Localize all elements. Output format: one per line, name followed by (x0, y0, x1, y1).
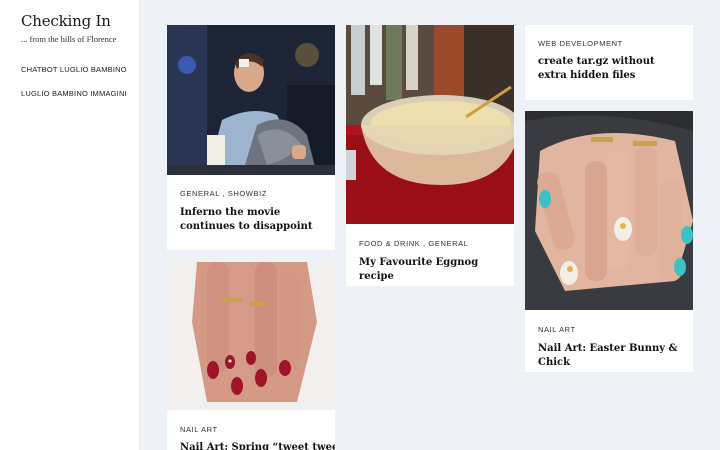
post-title[interactable]: My Favourite Eggnog recipe (359, 256, 504, 284)
red-nails-photo (167, 262, 335, 410)
post-title[interactable]: Inferno the movie continues to disappoin… (180, 206, 325, 234)
post-thumbnail[interactable] (167, 262, 335, 410)
post-card-eggnog[interactable]: FOOD & DRINK , GENERAL My Favourite Eggn… (346, 25, 514, 286)
post-categories[interactable]: NAIL ART (538, 325, 576, 334)
post-card-tar-gz[interactable]: WEB DEVELOPMENT create tar.gz without ex… (525, 25, 693, 100)
post-categories[interactable]: NAIL ART (180, 425, 218, 434)
post-categories[interactable]: WEB DEVELOPMENT (538, 39, 623, 48)
man-in-blanket-photo (167, 25, 335, 175)
sidebar: Checking In ... from the hills of Floren… (0, 0, 140, 450)
post-title[interactable]: Nail Art: Easter Bunny & Chick (538, 342, 683, 370)
site-title[interactable]: Checking In (21, 12, 111, 30)
post-title[interactable]: create tar.gz without extra hidden files (538, 55, 683, 83)
post-card-nail-art-easter[interactable]: NAIL ART Nail Art: Easter Bunny & Chick (525, 111, 693, 372)
post-card-inferno[interactable]: GENERAL , SHOWBIZ Inferno the movie cont… (167, 25, 335, 250)
eggnog-bowl-photo (346, 25, 514, 224)
post-categories[interactable]: GENERAL , SHOWBIZ (180, 189, 267, 198)
post-title[interactable]: Nail Art: Spring “tweet tweet” (180, 441, 335, 450)
easter-nails-photo (525, 111, 693, 310)
post-thumbnail[interactable] (167, 25, 335, 175)
post-thumbnail[interactable] (346, 25, 514, 224)
nav-item-chatbot-luglio-bambino[interactable]: CHATBOT LUGLIO BAMBINO (21, 66, 127, 90)
sidebar-nav: CHATBOT LUGLIO BAMBINO LUGLIO BAMBINO IM… (21, 66, 127, 114)
post-card-nail-art-spring[interactable]: NAIL ART Nail Art: Spring “tweet tweet” (167, 262, 335, 450)
post-categories[interactable]: FOOD & DRINK , GENERAL (359, 239, 468, 248)
nav-item-luglio-bambino-immagini[interactable]: LUGLIO BAMBINO IMMAGINI (21, 90, 127, 114)
post-thumbnail[interactable] (525, 111, 693, 310)
site-tagline: ... from the hills of Florence (21, 34, 117, 44)
